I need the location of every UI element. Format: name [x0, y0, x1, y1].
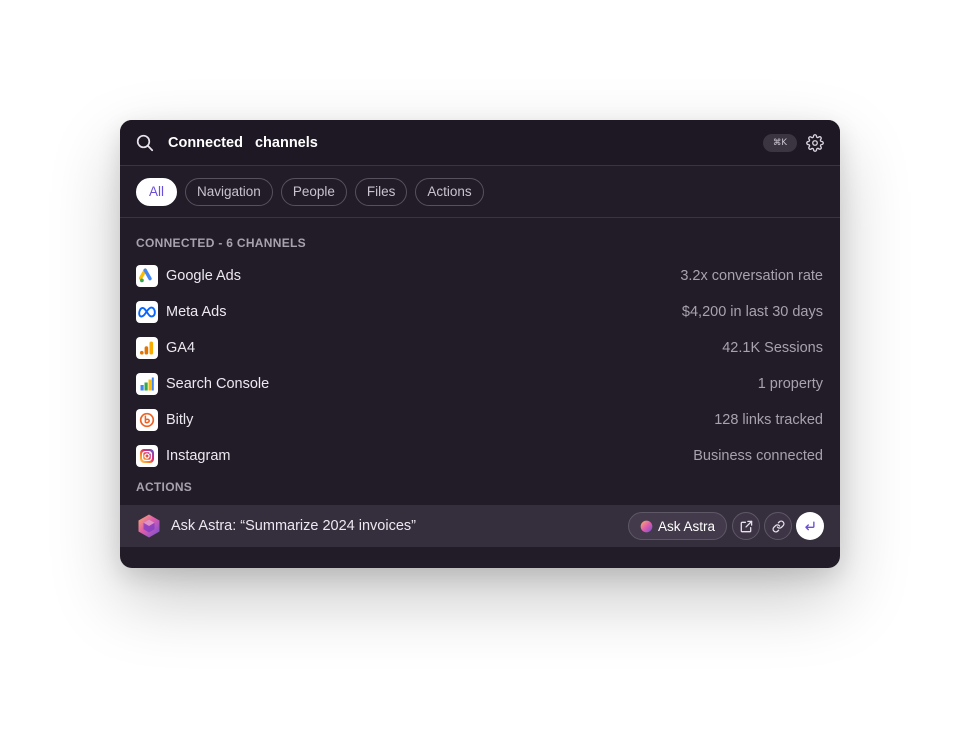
- list-item-search-console[interactable]: Search Console 1 property: [120, 366, 840, 402]
- channel-meta: $4,200 in last 30 days: [681, 304, 823, 320]
- channel-name: Meta Ads: [166, 304, 227, 320]
- channel-meta: 128 links tracked: [714, 412, 823, 428]
- filter-all[interactable]: All: [136, 177, 178, 206]
- channel-meta: Business connected: [693, 448, 823, 464]
- search-input[interactable]: [168, 134, 763, 151]
- ask-astra-label: Ask Astra: [657, 518, 715, 534]
- action-label: Ask Astra: “Summarize 2024 invoices”: [171, 518, 416, 534]
- channel-name: GA4: [166, 340, 196, 356]
- channel-name: Instagram: [166, 448, 231, 464]
- astra-small-icon: [640, 520, 653, 532]
- filter-navigation[interactable]: Navigation: [185, 177, 273, 206]
- meta-icon: [136, 301, 158, 323]
- gear-icon[interactable]: [806, 133, 824, 152]
- list-item-instagram[interactable]: Instagram Business connected: [120, 438, 840, 474]
- ga4-icon: [136, 337, 158, 359]
- list-item-bitly[interactable]: Bitly 128 links tracked: [120, 402, 840, 438]
- filter-actions[interactable]: Actions: [415, 177, 484, 206]
- astra-logo-icon: [136, 513, 162, 539]
- search-icon: [136, 134, 154, 152]
- filter-files[interactable]: Files: [354, 177, 408, 206]
- instagram-icon: [136, 445, 158, 467]
- action-ask-astra[interactable]: Ask Astra: “Summarize 2024 invoices” Ask…: [120, 505, 840, 547]
- google-ads-icon: [136, 265, 158, 287]
- channel-name: Google Ads: [166, 268, 241, 284]
- channel-meta: 1 property: [757, 376, 823, 392]
- channel-name: Search Console: [166, 376, 270, 392]
- list-item-meta-ads[interactable]: Meta Ads $4,200 in last 30 days: [120, 294, 840, 330]
- ask-astra-button[interactable]: Ask Astra: [627, 512, 727, 540]
- filter-people[interactable]: People: [280, 177, 347, 206]
- external-link-icon[interactable]: [732, 512, 760, 540]
- search-bar: ⌘K: [120, 120, 840, 166]
- channel-meta: 42.1K Sessions: [722, 340, 823, 356]
- filter-chips: All Navigation People Files Actions: [120, 166, 840, 218]
- channel-name: Bitly: [166, 412, 194, 428]
- search-console-icon: [136, 373, 158, 395]
- section-title-connected: CONNECTED - 6 CHANNELS: [136, 236, 306, 250]
- shortcut-badge: ⌘K: [762, 133, 797, 152]
- command-palette: ⌘K All Navigation People Files Actions C…: [120, 120, 840, 568]
- link-icon[interactable]: [764, 512, 792, 540]
- channel-meta: 3.2x conversation rate: [680, 268, 823, 284]
- list-item-ga4[interactable]: GA4 42.1K Sessions: [120, 330, 840, 366]
- section-title-actions: ACTIONS: [136, 480, 193, 494]
- list-item-google-ads[interactable]: Google Ads 3.2x conversation rate: [120, 258, 840, 294]
- enter-icon[interactable]: [796, 512, 824, 540]
- bitly-icon: [136, 409, 158, 431]
- channel-list: Google Ads 3.2x conversation rate Meta A…: [120, 258, 840, 474]
